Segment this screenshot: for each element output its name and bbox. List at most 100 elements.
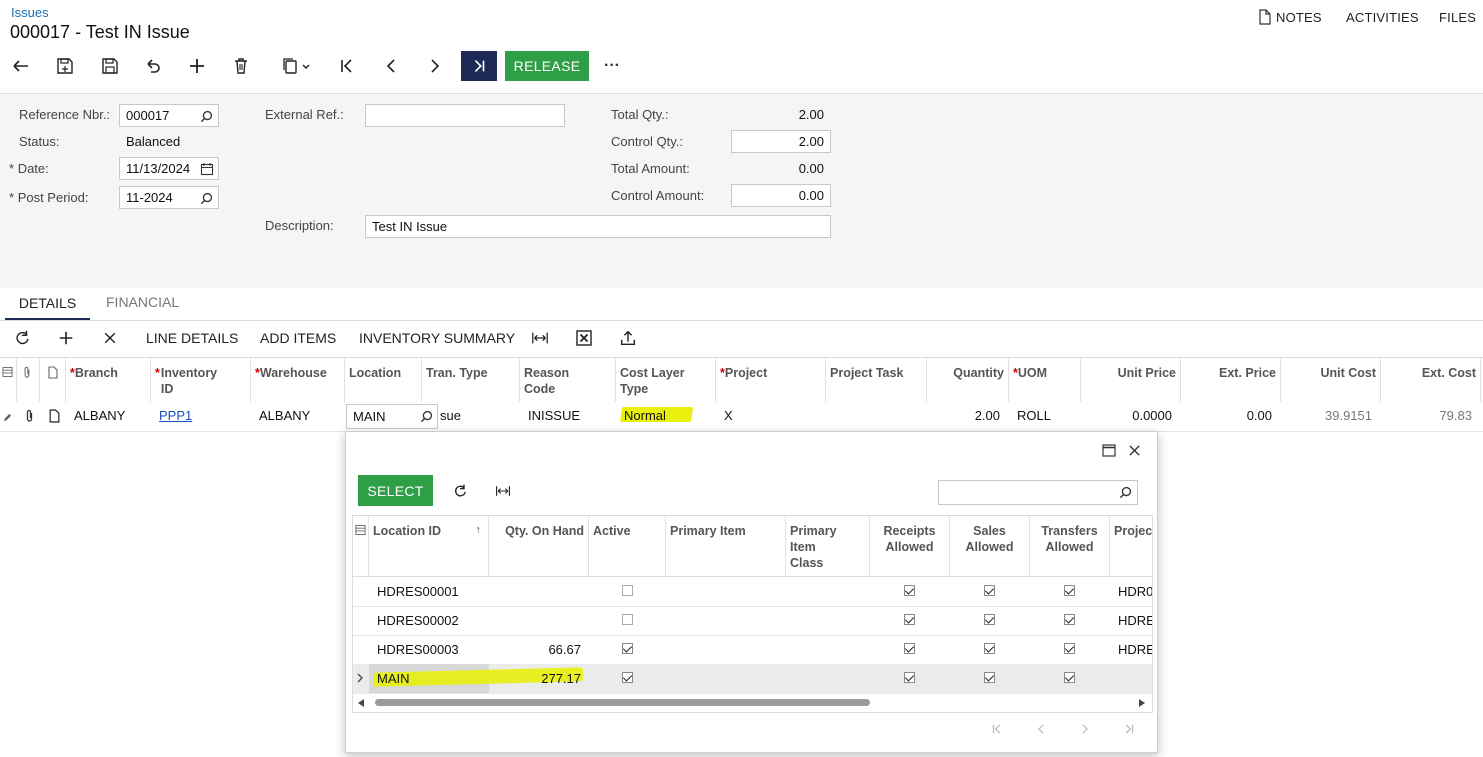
list-item[interactable]: HDRES00001 HDR0 (353, 577, 1152, 607)
sales-checkbox[interactable] (984, 643, 995, 654)
grid-settings-icon[interactable] (2, 366, 13, 378)
cell-uom[interactable]: ROLL (1017, 402, 1051, 430)
cell-ext-price[interactable]: 0.00 (1181, 402, 1272, 430)
lookup-col-location-id[interactable]: Location ID ↑ (369, 516, 489, 576)
col-project-task[interactable]: Project Task (826, 358, 927, 402)
lookup-col-qty-on-hand[interactable]: Qty. On Hand (489, 516, 589, 576)
refresh-button[interactable] (10, 326, 34, 350)
col-reason-code[interactable]: Reason Code (520, 358, 616, 402)
description-field[interactable]: Test IN Issue (365, 215, 831, 238)
active-checkbox[interactable] (622, 585, 633, 596)
transfers-checkbox[interactable] (1064, 643, 1075, 654)
maximize-icon[interactable] (1102, 444, 1116, 457)
breadcrumb[interactable]: Issues (11, 5, 49, 20)
lookup-col-receipts-allowed[interactable]: Receipts Allowed (870, 516, 950, 576)
save-button[interactable] (98, 54, 122, 78)
fit-columns-button[interactable] (528, 326, 552, 350)
col-quantity[interactable]: Quantity (927, 358, 1009, 402)
tab-details[interactable]: DETAILS (5, 288, 90, 320)
activities-button[interactable]: ACTIVITIES (1346, 10, 1419, 25)
search-icon[interactable] (200, 110, 213, 123)
first-record-button[interactable] (335, 54, 359, 78)
paperclip-icon[interactable] (24, 409, 35, 423)
receipts-checkbox[interactable] (904, 643, 915, 654)
refresh-icon[interactable] (452, 483, 468, 499)
prev-record-button[interactable] (379, 54, 403, 78)
col-inventory-id[interactable]: * Inventory ID (151, 358, 251, 402)
sales-checkbox[interactable] (984, 614, 995, 625)
add-button[interactable] (185, 54, 209, 78)
cell-project[interactable]: X (724, 402, 733, 430)
scrollbar-thumb[interactable] (375, 699, 870, 706)
files-button[interactable]: FILES (1439, 10, 1476, 25)
add-row-button[interactable] (54, 326, 78, 350)
lookup-search-input[interactable] (938, 480, 1138, 505)
fit-width-icon[interactable] (494, 483, 512, 499)
receipts-checkbox[interactable] (904, 614, 915, 625)
external-ref-field[interactable] (365, 104, 565, 127)
scroll-left-icon[interactable] (358, 699, 365, 707)
lookup-col-primary-item[interactable]: Primary Item (666, 516, 786, 576)
horizontal-scrollbar[interactable] (353, 694, 1152, 712)
grid-settings-icon[interactable] (355, 524, 366, 536)
last-record-button[interactable] (461, 51, 497, 81)
col-uom[interactable]: *UOM (1009, 358, 1081, 402)
upload-button[interactable] (616, 326, 640, 350)
col-unit-cost[interactable]: Unit Cost (1281, 358, 1381, 402)
col-cost-layer-type[interactable]: Cost Layer Type (616, 358, 716, 402)
cell-cost-layer-type[interactable]: Normal (624, 402, 666, 430)
export-excel-button[interactable] (572, 326, 596, 350)
active-checkbox[interactable] (622, 614, 633, 625)
calendar-icon[interactable] (200, 162, 214, 176)
next-page-icon[interactable] (1078, 722, 1092, 736)
col-unit-price[interactable]: Unit Price (1081, 358, 1181, 402)
delete-button[interactable] (229, 54, 253, 78)
sales-checkbox[interactable] (984, 585, 995, 596)
location-input[interactable]: MAIN (346, 404, 438, 429)
cell-warehouse[interactable]: ALBANY (259, 402, 310, 430)
next-record-button[interactable] (423, 54, 447, 78)
transfers-checkbox[interactable] (1064, 614, 1075, 625)
lookup-col-primary-item-class[interactable]: Primary Item Class (786, 516, 870, 576)
copy-paste-button[interactable] (273, 54, 319, 78)
cell-inventory-id-link[interactable]: PPP1 (159, 402, 192, 430)
transfers-checkbox[interactable] (1064, 585, 1075, 596)
more-actions-button[interactable]: ··· (604, 57, 620, 75)
lookup-col-active[interactable]: Active (589, 516, 666, 576)
last-page-icon[interactable] (1122, 722, 1136, 736)
receipts-checkbox[interactable] (904, 672, 915, 683)
col-ext-cost[interactable]: Ext. Cost (1381, 358, 1481, 402)
col-warehouse[interactable]: *Warehouse (251, 358, 345, 402)
tab-financial[interactable]: FINANCIAL (106, 294, 179, 310)
col-location[interactable]: Location (345, 358, 422, 402)
search-icon[interactable] (1119, 486, 1132, 499)
save-close-button[interactable] (53, 54, 77, 78)
reference-nbr-field[interactable]: 000017 (119, 104, 219, 127)
transfers-checkbox[interactable] (1064, 672, 1075, 683)
active-checkbox[interactable] (622, 643, 633, 654)
list-item[interactable]: HDRES00002 HDRE (353, 606, 1152, 636)
cell-reason-code[interactable]: INISSUE (528, 402, 580, 430)
line-details-button[interactable]: LINE DETAILS (146, 330, 238, 346)
control-amount-field[interactable]: 0.00 (731, 184, 831, 207)
inventory-summary-button[interactable]: INVENTORY SUMMARY (359, 330, 515, 346)
notes-button[interactable]: NOTES (1258, 9, 1322, 25)
lookup-col-transfers-allowed[interactable]: Transfers Allowed (1030, 516, 1110, 576)
col-ext-price[interactable]: Ext. Price (1181, 358, 1281, 402)
post-period-field[interactable]: 11-2024 (119, 186, 219, 209)
cancel-button[interactable] (141, 54, 165, 78)
date-field[interactable]: 11/13/2024 (119, 157, 219, 180)
cell-quantity[interactable]: 2.00 (927, 402, 1000, 430)
list-item[interactable]: HDRES00003 66.67 HDRE (353, 635, 1152, 665)
back-button[interactable] (9, 54, 33, 78)
col-branch[interactable]: *Branch (66, 358, 151, 402)
release-button[interactable]: RELEASE (505, 51, 589, 81)
sales-checkbox[interactable] (984, 672, 995, 683)
search-icon[interactable] (420, 410, 433, 423)
prev-page-icon[interactable] (1034, 722, 1048, 736)
active-checkbox[interactable] (622, 672, 633, 683)
search-icon[interactable] (200, 192, 213, 205)
receipts-checkbox[interactable] (904, 585, 915, 596)
note-icon[interactable] (49, 409, 60, 423)
close-icon[interactable] (1128, 444, 1141, 457)
